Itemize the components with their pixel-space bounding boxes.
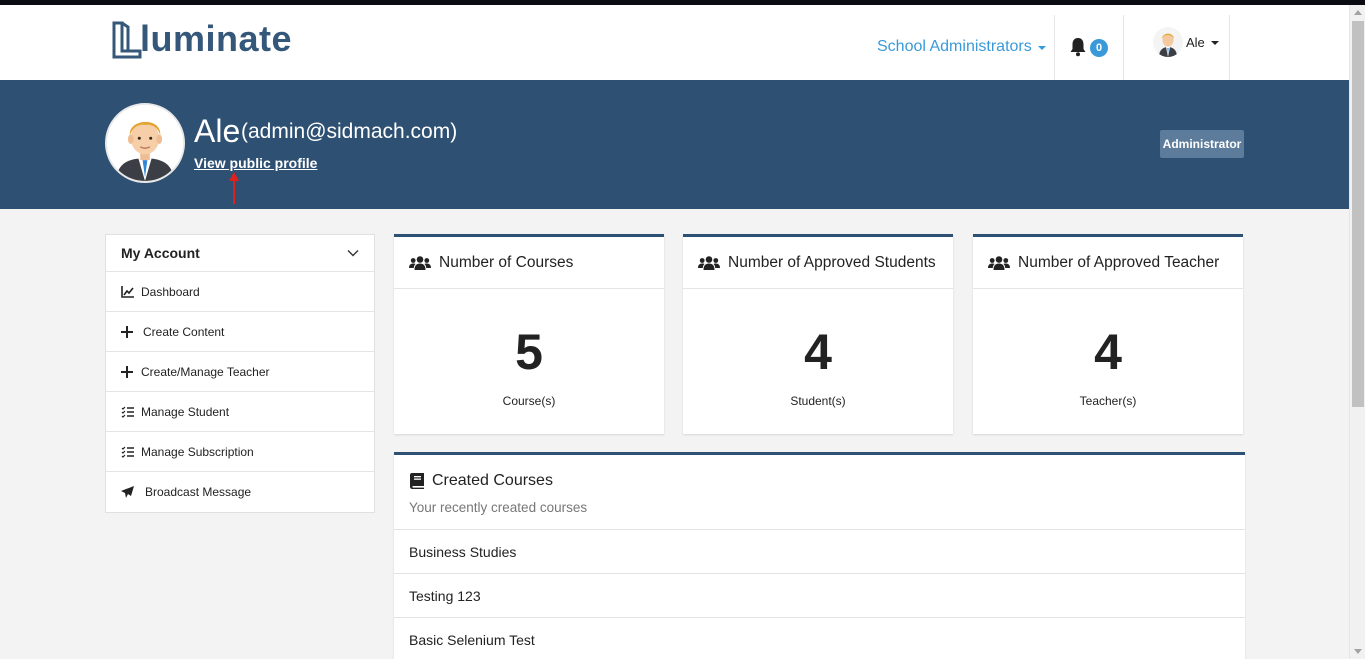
- course-row[interactable]: Testing 123: [394, 574, 1245, 618]
- role-dropdown[interactable]: School Administrators: [877, 38, 1046, 56]
- sidebar-item-label: Manage Student: [141, 404, 230, 419]
- user-avatar: [1153, 27, 1183, 57]
- users-icon: [988, 255, 1010, 270]
- scrollbar-thumb[interactable]: [1352, 21, 1364, 407]
- stat-card-unit: Student(s): [790, 394, 846, 408]
- nav-divider: [1054, 15, 1055, 80]
- list-icon: [121, 445, 139, 459]
- sidebar-item-label: Create/Manage Teacher: [141, 364, 270, 379]
- book-icon: [410, 473, 424, 489]
- my-account-toggle[interactable]: My Account: [106, 235, 374, 272]
- stat-card-header: Number of Approved Teacher: [973, 237, 1243, 289]
- sidebar-item-create-content[interactable]: Create Content: [106, 312, 374, 352]
- stat-card-unit: Course(s): [502, 394, 556, 408]
- created-courses-header: Created Courses Your recently created co…: [394, 455, 1245, 530]
- scroll-up-arrow-icon[interactable]: [1354, 10, 1362, 15]
- nav-divider: [1123, 15, 1124, 80]
- red-arrow-annotation-icon: [229, 172, 239, 204]
- scroll-down-arrow-icon[interactable]: [1354, 649, 1362, 654]
- line-chart-icon: [121, 285, 139, 299]
- plus-icon: [121, 325, 141, 339]
- sidebar-item-label: Create Content: [143, 324, 225, 339]
- role-badge: Administrator: [1160, 130, 1244, 158]
- stat-card-value: 5: [515, 324, 543, 380]
- sidebar-item-manage-subscription[interactable]: Manage Subscription: [106, 432, 374, 472]
- stat-card-value: 4: [804, 324, 832, 380]
- created-courses-title: Created Courses: [432, 472, 553, 489]
- caret-down-icon: [1210, 41, 1219, 45]
- profile-email: (admin@sidmach.com): [241, 120, 458, 143]
- sidebar-item-broadcast-message[interactable]: Broadcast Message: [106, 472, 374, 512]
- luminate-logo[interactable]: luminate: [112, 18, 293, 61]
- stat-card-teachers: Number of Approved Teacher 4 Teacher(s): [973, 234, 1243, 434]
- stat-card-value: 4: [1094, 324, 1122, 380]
- profile-banner: Ale (admin@sidmach.com) View public prof…: [0, 80, 1349, 209]
- stat-card-unit: Teacher(s): [1079, 394, 1137, 408]
- stat-card-header: Number of Approved Students: [683, 237, 953, 289]
- stat-card-students: Number of Approved Students 4 Student(s): [683, 234, 953, 434]
- profile-name: Ale: [194, 113, 241, 149]
- sidebar-item-label: Manage Subscription: [141, 444, 254, 459]
- nav-divider: [1229, 15, 1230, 80]
- created-courses-panel: Created Courses Your recently created co…: [394, 452, 1245, 659]
- account-sidebar: My Account Dashboard Create Content Crea…: [105, 234, 375, 513]
- course-row[interactable]: Basic Selenium Test: [394, 618, 1245, 659]
- users-icon: [698, 255, 720, 270]
- chevron-down-icon: [347, 250, 359, 257]
- stat-card-title: Number of Courses: [439, 253, 574, 271]
- sidebar-item-label: Broadcast Message: [145, 485, 252, 499]
- sidebar-title: My Account: [121, 245, 200, 261]
- plus-icon: [121, 365, 139, 379]
- sidebar-item-label: Dashboard: [141, 284, 200, 299]
- sidebar-item-dashboard[interactable]: Dashboard: [106, 272, 374, 312]
- page-scrollbar[interactable]: [1349, 5, 1365, 659]
- top-navbar: luminate School Administrators 0 Ale: [0, 5, 1349, 80]
- created-courses-title-row: Created Courses: [409, 472, 1230, 490]
- logo-mark-icon: [112, 21, 142, 59]
- sidebar-item-create-manage-teacher[interactable]: Create/Manage Teacher: [106, 352, 374, 392]
- view-public-profile-link[interactable]: View public profile: [194, 155, 317, 171]
- course-row[interactable]: Business Studies: [394, 530, 1245, 574]
- bell-icon[interactable]: [1069, 37, 1087, 57]
- stat-card-title: Number of Approved Teacher: [1018, 253, 1220, 271]
- sidebar-item-manage-student[interactable]: Manage Student: [106, 392, 374, 432]
- stat-card-title: Number of Approved Students: [728, 253, 936, 271]
- paper-plane-icon: [121, 485, 143, 499]
- role-dropdown-label: School Administrators: [877, 38, 1032, 55]
- users-icon: [409, 255, 431, 270]
- notification-count-badge: 0: [1090, 39, 1108, 57]
- user-name: Ale: [1186, 34, 1205, 50]
- caret-down-icon: [1037, 46, 1046, 50]
- logo-text: luminate: [140, 18, 293, 59]
- profile-avatar: [105, 103, 185, 183]
- stat-card-courses: Number of Courses 5 Course(s): [394, 234, 664, 434]
- list-icon: [121, 405, 139, 419]
- stat-card-header: Number of Courses: [394, 237, 664, 289]
- created-courses-subtitle: Your recently created courses: [409, 500, 588, 515]
- user-menu[interactable]: Ale: [1153, 27, 1219, 57]
